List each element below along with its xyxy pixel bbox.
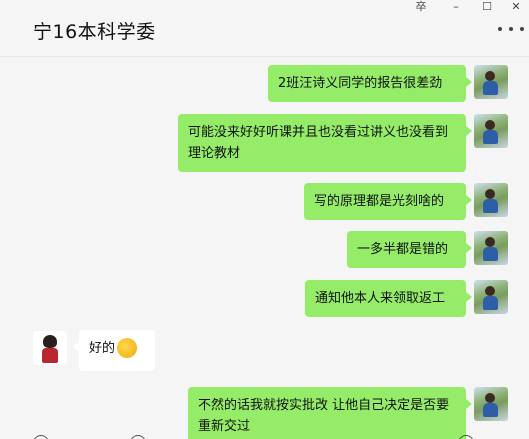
message-text: 一多半都是错的 (357, 242, 449, 257)
screenshot-icon[interactable] (130, 435, 146, 439)
avatar[interactable] (474, 280, 508, 314)
facepalm-emoji-icon (117, 337, 138, 358)
maximize-button[interactable]: ☐ (477, 0, 497, 14)
input-toolbar (0, 432, 529, 439)
avatar[interactable] (474, 183, 508, 217)
message-bubble[interactable]: 写的原理都是光刻啥的 (304, 183, 472, 220)
message-bubble[interactable]: 可能没来好好听课并且也没看过讲义也没看到理论教材 (178, 114, 472, 172)
more-options-icon[interactable] (498, 24, 524, 34)
message-text: 不然的话我就按实批改 让他自己决定是否要重新交过 (198, 398, 450, 434)
message-text: 可能没来好好听课并且也没看过讲义也没看到理论教材 (188, 125, 449, 161)
close-button[interactable]: ✕ (506, 0, 526, 14)
message-bubble[interactable]: 好的 (73, 330, 155, 371)
scissors-icon[interactable] (458, 435, 474, 439)
minimize-button[interactable]: – (446, 0, 466, 14)
message-bubble[interactable]: 一多半都是错的 (347, 231, 472, 268)
emoji-icon[interactable] (33, 435, 49, 439)
avatar[interactable] (474, 231, 508, 265)
message-text: 2班汪诗义同学的报告很差劲 (278, 76, 443, 91)
pin-icon[interactable]: 卒 (411, 0, 431, 14)
chat-header: 宁16本科学委 卒 – ☐ ✕ (0, 0, 529, 57)
chat-title: 宁16本科学委 (33, 21, 156, 43)
message-text: 写的原理都是光刻啥的 (314, 194, 445, 209)
avatar[interactable] (33, 331, 67, 365)
message-text: 好的 (89, 341, 116, 356)
message-bubble[interactable]: 通知他本人来领取返工 (305, 280, 472, 317)
avatar[interactable] (474, 65, 508, 99)
message-bubble[interactable]: 2班汪诗义同学的报告很差劲 (268, 65, 472, 102)
message-text: 通知他本人来领取返工 (315, 291, 446, 306)
message-list[interactable]: 2班汪诗义同学的报告很差劲 可能没来好好听课并且也没看过讲义也没看到理论教材 写… (0, 57, 529, 439)
avatar[interactable] (474, 387, 508, 421)
avatar[interactable] (474, 114, 508, 148)
